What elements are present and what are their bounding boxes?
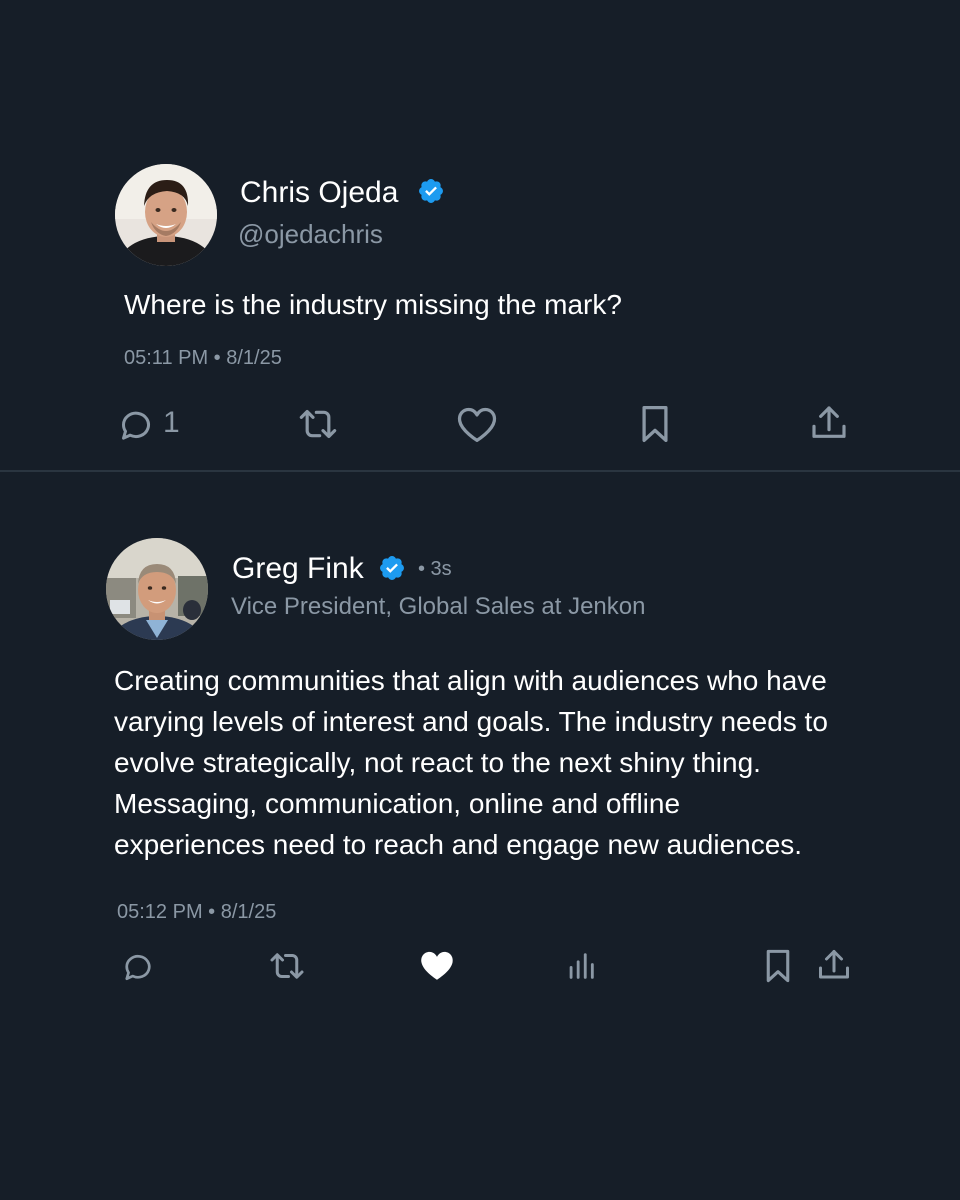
retweet-icon[interactable]: [296, 404, 340, 449]
avatar-chris-image: [115, 164, 217, 266]
avatar[interactable]: [106, 538, 208, 640]
author-handle[interactable]: @ojedachris: [238, 219, 383, 250]
avatar-greg-image: [106, 538, 208, 640]
retweet-icon[interactable]: [267, 948, 307, 989]
verified-badge-icon: [417, 177, 445, 210]
page: Chris Ojeda @ojedachris Where is the ind…: [0, 0, 960, 1200]
post-text-line: experiences need to reach and engage new…: [114, 829, 803, 860]
verified-badge-icon: [378, 554, 406, 587]
share-icon[interactable]: [809, 402, 849, 449]
post-timestamp[interactable]: 05:12 PM • 8/1/25: [117, 901, 276, 924]
share-icon[interactable]: [816, 946, 852, 989]
post-text-line: varying levels of interest and goals. Th…: [114, 706, 828, 737]
bookmark-icon[interactable]: [640, 404, 670, 449]
time-ago[interactable]: • 3s: [418, 558, 452, 581]
post-text-line: Creating communities that align with aud…: [114, 665, 827, 696]
post-text: Where is the industry missing the mark?: [124, 289, 622, 320]
post-text-line: evolve strategically, not react to the n…: [114, 747, 761, 778]
post-text: Creating communities that align with aud…: [114, 660, 904, 865]
post-timestamp[interactable]: 05:11 PM • 8/1/25: [124, 347, 282, 370]
divider: [0, 470, 960, 472]
author-name[interactable]: Chris Ojeda: [240, 176, 398, 210]
post-text-line: Messaging, communication, online and off…: [114, 788, 681, 819]
reply-icon[interactable]: [120, 948, 156, 989]
like-icon-filled[interactable]: [417, 947, 457, 988]
author-subtitle: Vice President, Global Sales at Jenkon: [231, 593, 646, 620]
bookmark-icon[interactable]: [765, 948, 791, 989]
avatar[interactable]: [115, 164, 217, 266]
reply-icon[interactable]: [116, 404, 156, 449]
like-icon[interactable]: [455, 404, 499, 449]
views-icon[interactable]: [566, 949, 596, 988]
reply-count: 1: [163, 406, 180, 439]
author-name[interactable]: Greg Fink: [232, 552, 364, 586]
